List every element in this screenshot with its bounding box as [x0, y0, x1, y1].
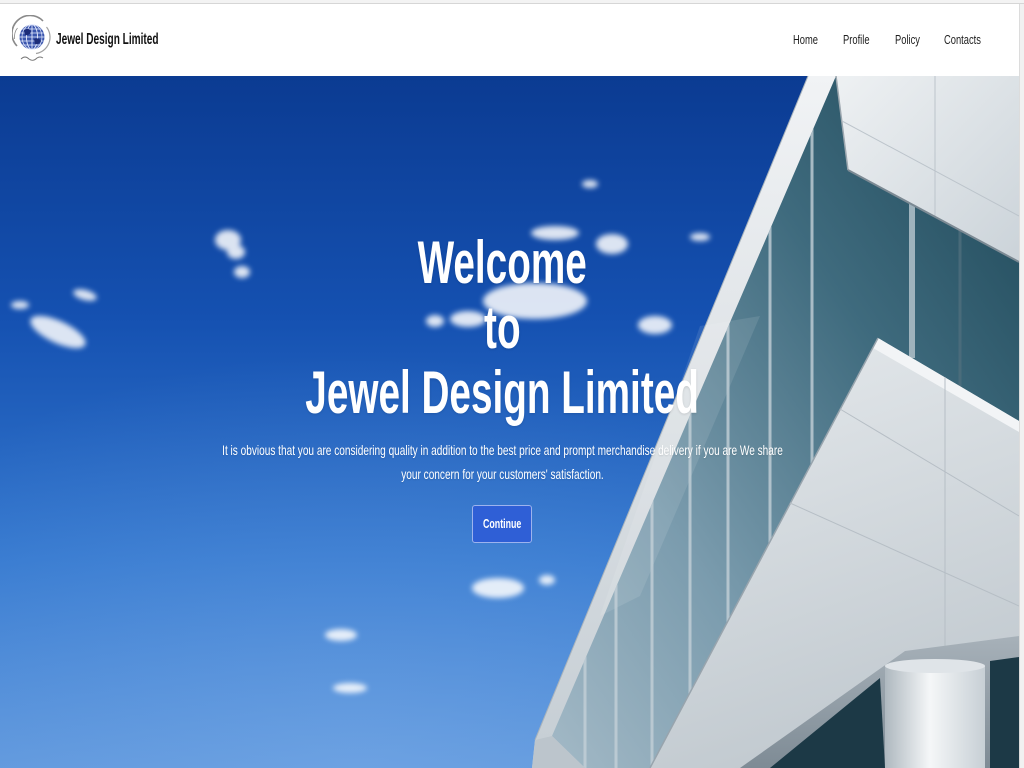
hero-title-text: Jewel Design Limited: [305, 359, 699, 426]
main-nav: Home Profile Policy Contacts: [0, 4, 1019, 76]
cloud: [333, 683, 367, 693]
cloud: [582, 180, 598, 188]
lower-glass: [990, 657, 1019, 768]
nav-link-home[interactable]: Home: [793, 32, 818, 48]
hero-title-line: to: [0, 295, 1004, 360]
hero-section: Welcome to Jewel Design Limited It is ob…: [0, 76, 1019, 768]
vertical-scrollbar[interactable]: [1019, 4, 1024, 768]
nav-link-policy[interactable]: Policy: [895, 32, 920, 48]
cloud: [325, 629, 357, 641]
hero-title-line: Welcome: [0, 230, 1004, 295]
cloud: [472, 578, 524, 598]
hero-title: Welcome to Jewel Design Limited: [0, 230, 1004, 425]
site-header: Jewel Design Limited Home Profile Policy…: [0, 4, 1019, 76]
cloud: [539, 575, 555, 585]
hero-title-line: Jewel Design Limited: [0, 360, 1004, 425]
continue-button[interactable]: Continue: [472, 505, 532, 543]
support-column-top: [885, 659, 985, 673]
support-column: [885, 666, 985, 768]
continue-button-label: Continue: [482, 516, 522, 531]
nav-link-profile[interactable]: Profile: [843, 32, 870, 48]
hero-description: It is obvious that you are considering q…: [222, 442, 783, 482]
nav-link-contacts[interactable]: Contacts: [944, 32, 981, 48]
hero-title-text: to: [483, 294, 521, 361]
hero-title-text: Welcome: [417, 229, 587, 296]
